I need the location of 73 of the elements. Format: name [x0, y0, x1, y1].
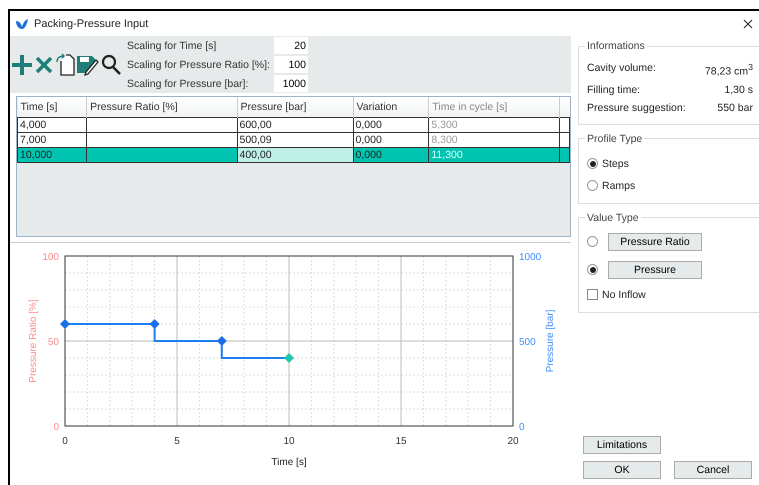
radio-button[interactable]: [587, 264, 598, 275]
cancel-button[interactable]: Cancel: [674, 461, 752, 479]
table-cell[interactable]: [86, 148, 237, 162]
point-marker[interactable]: [216, 336, 227, 346]
window-title: Packing-Pressure Input: [34, 18, 148, 30]
add-icon[interactable]: [11, 54, 33, 76]
radio-label[interactable]: Steps: [602, 158, 629, 170]
group-title: Value Type: [586, 212, 640, 224]
radio-button[interactable]: [587, 236, 598, 247]
table-cell[interactable]: [86, 132, 237, 148]
scaling-input[interactable]: 1000: [274, 75, 308, 92]
column-header[interactable]: Pressure [bar]: [237, 97, 354, 118]
point-marker[interactable]: [284, 353, 294, 363]
table-cell[interactable]: [86, 118, 237, 132]
column-header[interactable]: Pressure Ratio [%]: [86, 97, 237, 118]
table-cell[interactable]: 0,000: [353, 132, 429, 148]
group-title: Profile Type: [586, 132, 644, 144]
table-cell[interactable]: 600,00: [237, 118, 354, 132]
table-cell[interactable]: 7,000: [18, 132, 87, 148]
info-value: 550 bar: [716, 102, 754, 114]
close-icon[interactable]: [743, 18, 753, 28]
limitations-button[interactable]: Limitations: [583, 436, 661, 454]
y-tick-label: 50: [48, 337, 59, 348]
x-tick-label: 20: [507, 436, 519, 447]
y-tick-label: 0: [519, 422, 525, 433]
checkbox[interactable]: [587, 289, 598, 300]
info-value: 1,30 s: [723, 84, 754, 96]
radio-label[interactable]: Ramps: [602, 180, 636, 192]
y-tick-label: 500: [519, 337, 536, 348]
info-label: Pressure suggestion:: [587, 102, 687, 114]
search-icon[interactable]: [101, 54, 121, 76]
table-row[interactable]: 10,000 400,00 0,000 11,300: [18, 148, 570, 162]
value-type-button[interactable]: Pressure Ratio: [608, 232, 702, 250]
table-cell[interactable]: 400,00: [237, 148, 354, 162]
radio-button[interactable]: [587, 158, 598, 169]
x-tick-label: 15: [395, 436, 407, 447]
scaling-input[interactable]: 100: [274, 56, 308, 73]
table-cell[interactable]: 0,000: [353, 118, 429, 132]
scaling-label: Scaling for Pressure Ratio [%]:: [127, 58, 270, 70]
delete-icon[interactable]: [34, 54, 54, 74]
x-tick-label: 5: [174, 436, 180, 447]
radio-button[interactable]: [587, 180, 598, 191]
info-label: Filling time:: [587, 84, 642, 96]
save-edit-icon[interactable]: [76, 54, 100, 76]
y-tick-label: 1000: [519, 252, 542, 263]
info-value: 78,23 cm$^{3}$: [704, 62, 754, 78]
checkbox-label[interactable]: No Inflow: [602, 288, 646, 300]
value-type-button[interactable]: Pressure: [608, 260, 702, 278]
scaling-label: Scaling for Time [s]: [127, 40, 218, 52]
x-axis-title: Time [s]: [271, 457, 307, 468]
x-tick-label: 0: [62, 436, 68, 447]
y-tick-label: 0: [53, 422, 59, 433]
y-tick-label: 100: [42, 252, 59, 263]
ok-button[interactable]: OK: [583, 461, 661, 479]
y-axis-title: Pressure [bar]: [545, 310, 556, 372]
group-title: Informations: [586, 40, 646, 52]
table-cell[interactable]: 4,000: [18, 118, 87, 132]
x-tick-label: 10: [283, 436, 295, 447]
point-marker[interactable]: [60, 319, 70, 329]
table-row[interactable]: 4,000 600,00 0,000 5,300: [18, 118, 570, 132]
info-label: Cavity volume:: [587, 62, 657, 76]
table-cell[interactable]: 500,09: [237, 132, 354, 148]
point-marker[interactable]: [150, 319, 160, 329]
table-cell[interactable]: 0,000: [353, 148, 429, 162]
scaling-input[interactable]: 20: [274, 37, 308, 54]
new-document-icon[interactable]: [55, 52, 75, 76]
column-header[interactable]: Time [s]: [18, 97, 87, 118]
column-header[interactable]: Variation: [353, 97, 429, 118]
table-row[interactable]: 7,000 500,09 0,000 8,300: [18, 132, 570, 148]
app-logo-icon: [16, 18, 28, 28]
table-cell[interactable]: 10,000: [18, 148, 87, 162]
scaling-label: Scaling for Pressure [bar]:: [127, 78, 250, 90]
y-axis-title: Pressure Ratio [%]: [28, 299, 39, 383]
